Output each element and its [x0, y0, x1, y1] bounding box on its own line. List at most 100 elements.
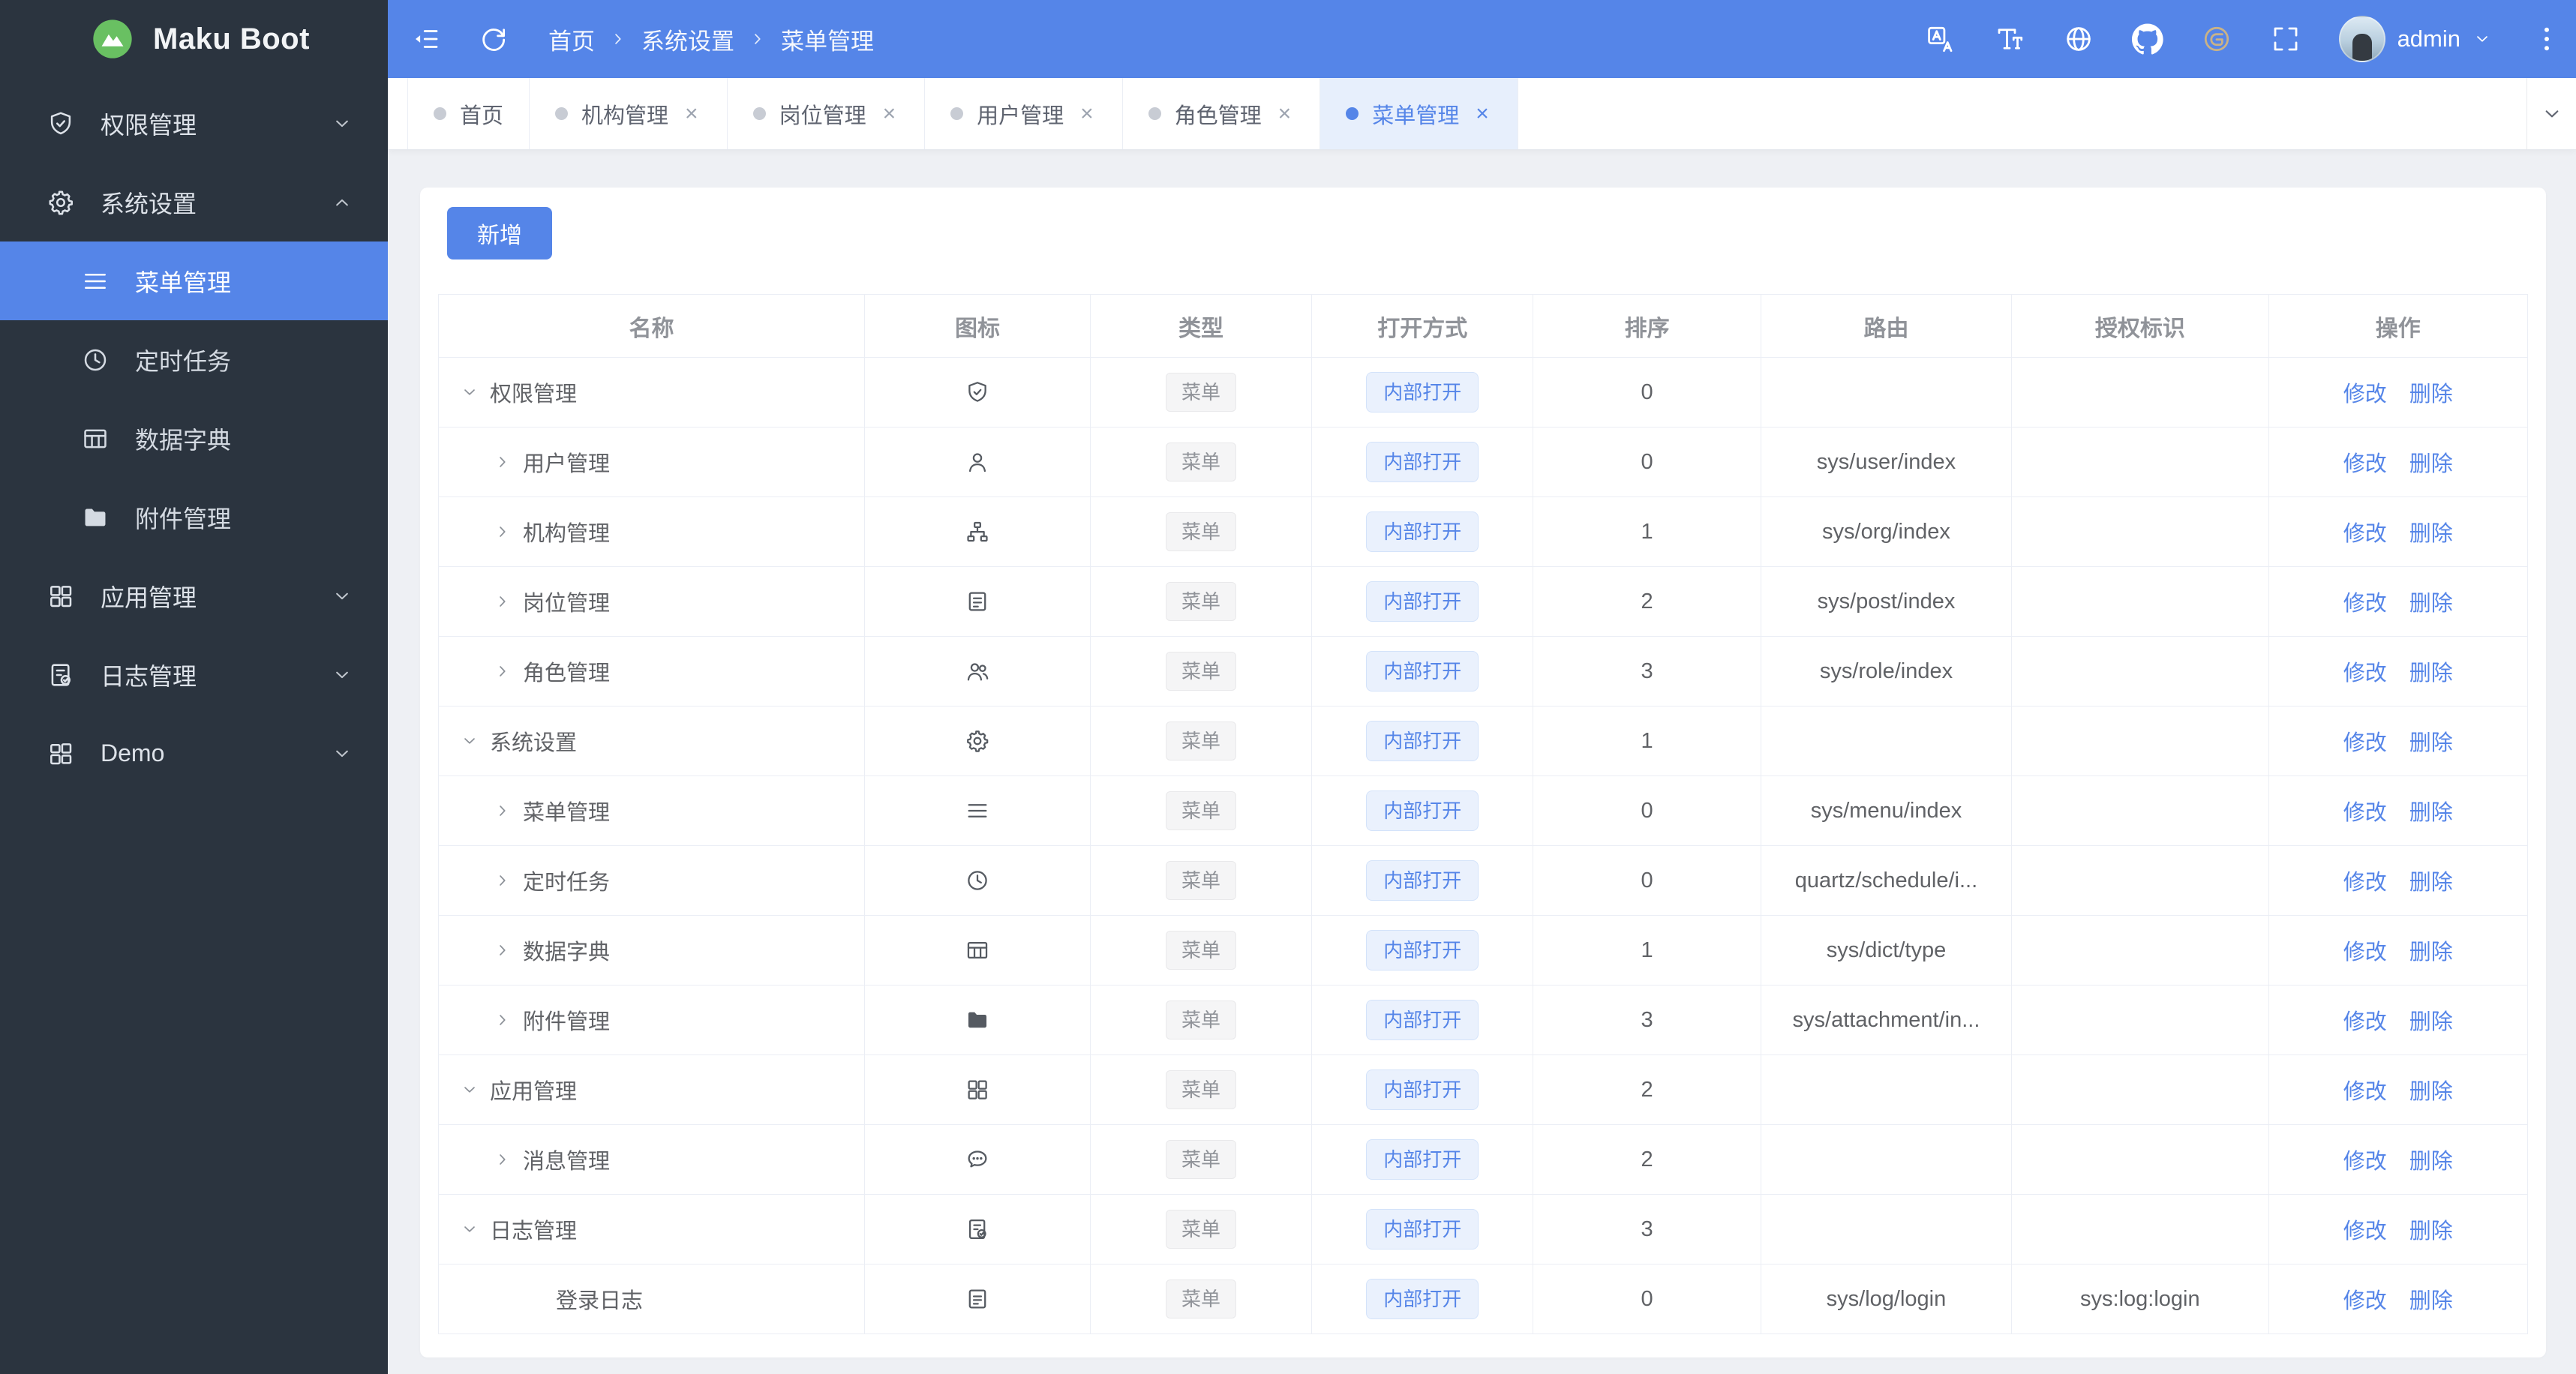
delete-link[interactable]: 删除 — [2409, 1010, 2453, 1034]
expand-chevron-down-icon[interactable] — [460, 731, 479, 751]
tab-status-dot — [555, 107, 569, 120]
breadcrumb-item[interactable]: 系统设置 — [641, 22, 734, 56]
globe-icon[interactable] — [2063, 23, 2094, 55]
tab-dropdown-button[interactable] — [2526, 78, 2576, 149]
expand-chevron-down-icon[interactable] — [460, 382, 479, 402]
edit-link[interactable]: 修改 — [2343, 522, 2387, 546]
edit-link[interactable]: 修改 — [2343, 1220, 2387, 1244]
sidebar-item-app[interactable]: 应用管理 — [0, 556, 388, 635]
route-cell: sys/post/index — [1760, 566, 2013, 637]
delete-link[interactable]: 删除 — [2409, 731, 2453, 755]
expand-chevron-right-icon[interactable] — [493, 801, 512, 820]
edit-link[interactable]: 修改 — [2343, 1010, 2387, 1034]
sidebar-item-menu[interactable]: 菜单管理 — [0, 242, 388, 320]
column-header: 操作 — [2268, 294, 2529, 358]
delete-link[interactable]: 删除 — [2409, 522, 2453, 546]
kebab-menu-icon[interactable] — [2531, 23, 2562, 55]
font-size-icon[interactable] — [1994, 23, 2025, 55]
delete-link[interactable]: 删除 — [2409, 1080, 2453, 1104]
close-icon[interactable]: × — [1275, 101, 1295, 127]
tab-role[interactable]: 角色管理 × — [1122, 78, 1321, 149]
edit-link[interactable]: 修改 — [2343, 1080, 2387, 1104]
sidebar-item-log[interactable]: 日志管理 — [0, 635, 388, 714]
translate-icon[interactable] — [1925, 23, 1956, 55]
delete-link[interactable]: 删除 — [2409, 940, 2453, 964]
expand-chevron-right-icon[interactable] — [493, 522, 512, 542]
close-icon[interactable]: × — [880, 101, 899, 127]
delete-link[interactable]: 删除 — [2409, 662, 2453, 686]
edit-link[interactable]: 修改 — [2343, 452, 2387, 476]
edit-link[interactable]: 修改 — [2343, 592, 2387, 616]
delete-link[interactable]: 删除 — [2409, 592, 2453, 616]
menu-type-cell: 菜单 — [1089, 1054, 1313, 1125]
breadcrumb-item[interactable]: 菜单管理 — [781, 22, 874, 56]
open-mode-tag: 内部打开 — [1366, 1279, 1479, 1319]
gitee-icon[interactable] — [2201, 23, 2232, 55]
tab-user[interactable]: 用户管理 × — [925, 78, 1123, 149]
delete-link[interactable]: 删除 — [2409, 1150, 2453, 1174]
user-menu[interactable]: admin — [2338, 16, 2492, 62]
expand-chevron-right-icon[interactable] — [493, 452, 512, 472]
open-mode-cell: 内部打开 — [1311, 776, 1534, 846]
sort-cell: 1 — [1533, 915, 1761, 986]
delete-link[interactable]: 删除 — [2409, 452, 2453, 476]
sidebar-item-attachment[interactable]: 附件管理 — [0, 478, 388, 556]
expand-chevron-down-icon[interactable] — [460, 1080, 479, 1100]
close-icon[interactable]: × — [1077, 101, 1097, 127]
expand-chevron-right-icon[interactable] — [493, 662, 512, 681]
open-mode-tag: 内部打开 — [1366, 1209, 1479, 1250]
tab-home[interactable]: 首页 — [407, 78, 530, 149]
refresh-icon[interactable] — [478, 23, 509, 55]
edit-link[interactable]: 修改 — [2343, 871, 2387, 895]
fullscreen-icon[interactable] — [2270, 23, 2301, 55]
breadcrumb-separator-icon — [608, 29, 628, 49]
open-mode-tag: 内部打开 — [1366, 1000, 1479, 1040]
delete-link[interactable]: 删除 — [2409, 1220, 2453, 1244]
edit-link[interactable]: 修改 — [2343, 1289, 2387, 1313]
route-cell: sys/log/login — [1760, 1264, 2013, 1334]
sidebar-item-demo[interactable]: Demo — [0, 714, 388, 793]
sidebar-item-perm[interactable]: 权限管理 — [0, 84, 388, 163]
chevron-down-icon — [331, 664, 353, 686]
expand-chevron-right-icon[interactable] — [493, 592, 512, 611]
github-icon[interactable] — [2131, 23, 2163, 55]
expand-chevron-right-icon[interactable] — [493, 871, 512, 890]
auth-cell — [2011, 1054, 2269, 1125]
close-icon[interactable]: × — [682, 101, 701, 127]
collapse-sidebar-icon[interactable] — [410, 23, 442, 55]
sidebar-item-dict[interactable]: 数据字典 — [0, 399, 388, 478]
delete-link[interactable]: 删除 — [2409, 871, 2453, 895]
tab-menu[interactable]: 菜单管理 × — [1320, 78, 1518, 149]
open-mode-tag: 内部打开 — [1366, 1139, 1479, 1180]
edit-link[interactable]: 修改 — [2343, 731, 2387, 755]
expand-chevron-down-icon[interactable] — [460, 1220, 479, 1239]
table-row: 岗位管理 菜单 内部打开 2 sys/post/index 修改 删除 — [437, 566, 2529, 637]
edit-link[interactable]: 修改 — [2343, 801, 2387, 825]
expand-chevron-right-icon[interactable] — [493, 1010, 512, 1030]
tab-org[interactable]: 机构管理 × — [530, 78, 728, 149]
org-icon — [965, 519, 990, 544]
delete-link[interactable]: 删除 — [2409, 801, 2453, 825]
table-row: 机构管理 菜单 内部打开 1 sys/org/index 修改 删除 — [437, 496, 2529, 567]
close-icon[interactable]: × — [1473, 101, 1492, 127]
sidebar-item-schedule[interactable]: 定时任务 — [0, 320, 388, 399]
route-cell — [1760, 357, 2013, 428]
expand-chevron-right-icon[interactable] — [493, 1150, 512, 1169]
tab-post[interactable]: 岗位管理 × — [727, 78, 926, 149]
edit-link[interactable]: 修改 — [2343, 1150, 2387, 1174]
edit-link[interactable]: 修改 — [2343, 662, 2387, 686]
expand-chevron-right-icon[interactable] — [493, 940, 512, 960]
app-logo[interactable]: Maku Boot — [0, 0, 388, 78]
delete-link[interactable]: 删除 — [2409, 382, 2453, 406]
sort-cell: 2 — [1533, 1124, 1761, 1195]
tab-status-dot — [752, 107, 766, 120]
sidebar-item-label: 定时任务 — [135, 347, 232, 375]
route-cell: sys/dict/type — [1760, 915, 2013, 986]
edit-link[interactable]: 修改 — [2343, 382, 2387, 406]
sidebar-item-label: 系统设置 — [101, 190, 197, 218]
sidebar-item-system[interactable]: 系统设置 — [0, 163, 388, 242]
delete-link[interactable]: 删除 — [2409, 1289, 2453, 1313]
breadcrumb-item[interactable]: 首页 — [548, 22, 595, 56]
add-button[interactable]: 新增 — [447, 207, 552, 260]
edit-link[interactable]: 修改 — [2343, 940, 2387, 964]
